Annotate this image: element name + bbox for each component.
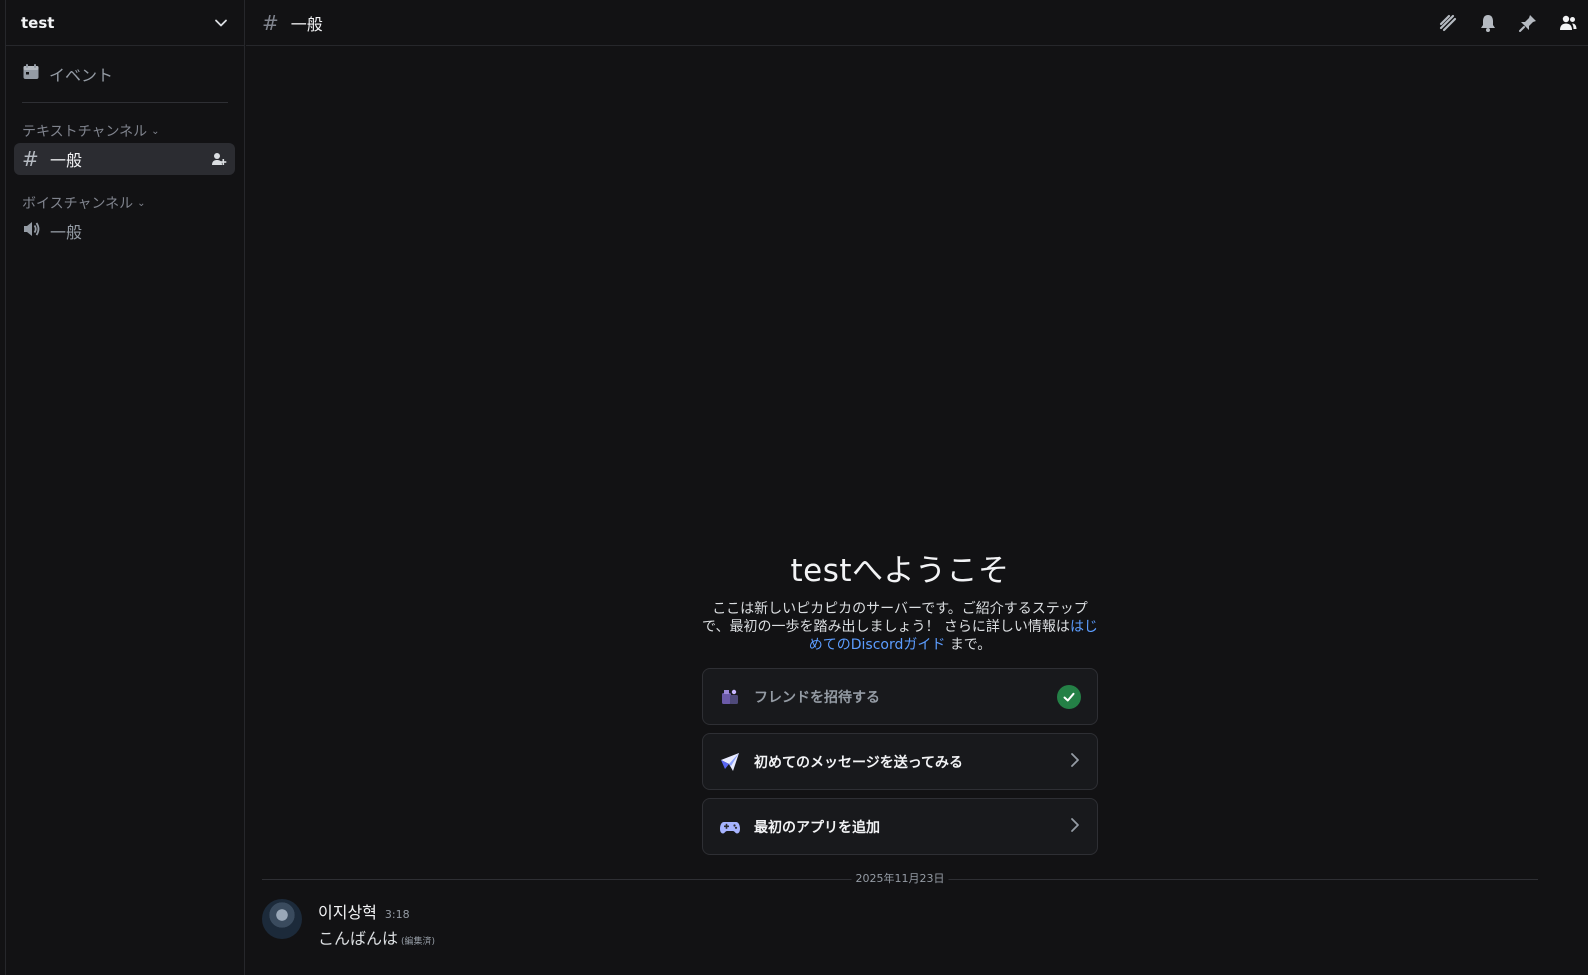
category-text-channels[interactable]: テキストチャンネル ⌄	[6, 121, 244, 141]
channel-header: # 一般	[246, 0, 1588, 46]
add-member-icon[interactable]	[211, 151, 227, 167]
member-list-icon[interactable]	[1558, 13, 1578, 33]
chevron-down-icon	[214, 16, 228, 30]
hash-icon: #	[22, 147, 39, 171]
gamepad-icon	[719, 816, 741, 838]
invite-friends-icon	[719, 686, 741, 708]
channel-item-general-voice[interactable]: 一般	[14, 215, 235, 247]
add-first-app-card[interactable]: 最初のアプリを追加	[702, 798, 1098, 855]
message-content: こんばんは (編集済)	[318, 925, 435, 949]
category-label: ボイスチャンネル	[22, 196, 134, 212]
welcome-description: ここは新しいピカピカのサーバーです。ご紹介するステップで、最初の一歩を踏み出しま…	[702, 600, 1098, 654]
chat-main: # 一般 testへようこそ ここは新しいピカピカのサーバーです。ご紹介するステ…	[246, 0, 1588, 975]
server-name: test	[21, 13, 55, 32]
header-toolbar	[1438, 13, 1588, 33]
threads-icon[interactable]	[1438, 13, 1458, 33]
channel-label: 一般	[50, 223, 83, 242]
channel-title: 一般	[290, 14, 323, 34]
card-label: フレンドを招待する	[754, 689, 880, 706]
invite-friends-card[interactable]: フレンドを招待する	[702, 668, 1098, 725]
paper-plane-icon	[719, 751, 741, 773]
chevron-right-icon	[1069, 752, 1081, 772]
calendar-icon	[22, 63, 40, 85]
chevron-right-icon	[1069, 817, 1081, 837]
welcome-desc-suffix: まで。	[949, 637, 992, 653]
category-label: テキストチャンネル	[22, 124, 148, 140]
message-item: 이지상혁 3:18 こんばんは (編集済)	[262, 899, 435, 949]
message-body: 이지상혁 3:18 こんばんは (編集済)	[318, 899, 435, 949]
message-text: こんばんは	[318, 929, 399, 948]
welcome-desc-text: ここは新しいピカピカのサーバーです。ご紹介するステップで、最初の一歩を踏み出しま…	[702, 601, 1088, 635]
card-label: 最初のアプリを追加	[754, 819, 880, 836]
sidebar-item-events[interactable]: イベント	[14, 58, 236, 90]
chevron-down-icon: ⌄	[137, 197, 146, 209]
checkmark-icon	[1057, 684, 1081, 709]
speaker-icon	[22, 220, 42, 242]
server-header[interactable]: test	[6, 0, 244, 46]
channel-sidebar: test イベント テキストチャンネル ⌄ # 一般 ボイスチャンネル ⌄ 一般	[5, 0, 245, 975]
date-divider-label: 2025年11月23日	[851, 872, 949, 886]
events-label: イベント	[49, 66, 114, 85]
bell-icon[interactable]	[1478, 13, 1498, 33]
category-voice-channels[interactable]: ボイスチャンネル ⌄	[6, 193, 244, 213]
app-window: test イベント テキストチャンネル ⌄ # 一般 ボイスチャンネル ⌄ 一般…	[0, 0, 1588, 975]
avatar[interactable]	[262, 899, 302, 939]
message-author[interactable]: 이지상혁	[318, 899, 377, 923]
card-label: 初めてのメッセージを送ってみる	[754, 754, 964, 771]
hash-icon: #	[262, 10, 279, 35]
message-timestamp: 3:18	[384, 908, 410, 921]
onboarding-cards: フレンドを招待する 初めてのメッセージを送ってみる 最初のアプリを追加	[702, 668, 1098, 863]
channel-label: 一般	[50, 151, 83, 170]
welcome-title: testへようこそ	[790, 553, 1010, 589]
send-first-message-card[interactable]: 初めてのメッセージを送ってみる	[702, 733, 1098, 790]
date-divider: 2025年11月23日	[262, 872, 1538, 886]
pin-icon[interactable]	[1518, 13, 1538, 33]
message-header: 이지상혁 3:18	[318, 899, 435, 923]
chevron-down-icon: ⌄	[151, 125, 160, 137]
channel-item-general-text[interactable]: # 一般	[14, 143, 235, 175]
sidebar-divider	[22, 102, 228, 103]
edited-tag: (編集済)	[401, 937, 436, 947]
welcome-section: testへようこそ ここは新しいピカピカのサーバーです。ご紹介するステップで、最…	[702, 545, 1098, 654]
